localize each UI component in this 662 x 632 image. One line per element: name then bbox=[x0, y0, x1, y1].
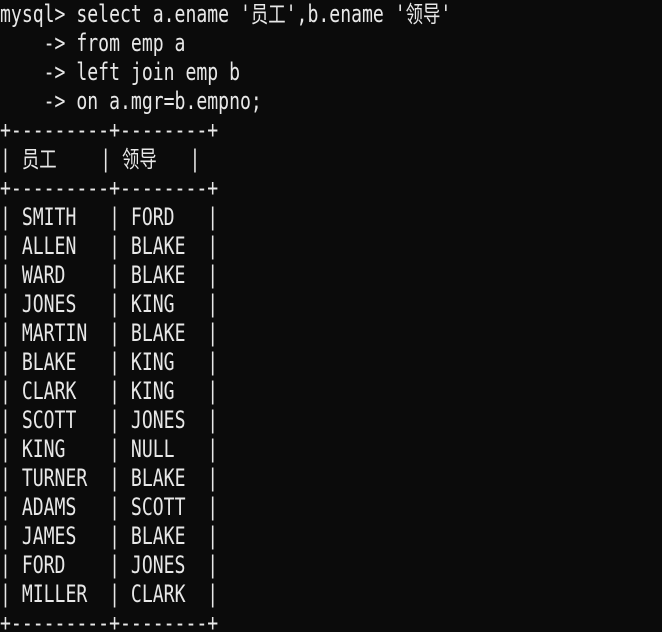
query-echo-block: mysql> select a.ename '员工',b.ename '领导' … bbox=[0, 0, 662, 116]
table-row: | KING | NULL | bbox=[0, 435, 219, 463]
employee-name: ALLEN bbox=[21, 232, 77, 260]
manager-name: BLAKE bbox=[130, 232, 186, 260]
query-line: -> from emp a bbox=[0, 29, 186, 57]
query-line: -> left join emp b bbox=[0, 58, 241, 86]
terminal-screen: mysql> select a.ename '员工',b.ename '领导' … bbox=[0, 0, 662, 632]
employee-name: TURNER bbox=[21, 464, 88, 492]
table-bottom-rule: +---------+--------+ bbox=[0, 609, 219, 632]
employee-name: KING bbox=[21, 435, 66, 463]
employee-name: ADAMS bbox=[21, 493, 77, 521]
manager-name: JONES bbox=[130, 406, 186, 434]
result-table: +---------+--------+ | 员工 | 领导 | +--------… bbox=[0, 116, 662, 632]
table-row: | WARD | BLAKE | bbox=[0, 261, 219, 289]
employee-name: WARD bbox=[21, 261, 66, 289]
table-row: | MARTIN | BLAKE | bbox=[0, 319, 219, 347]
manager-name: BLAKE bbox=[130, 319, 186, 347]
employee-name: SCOTT bbox=[21, 406, 77, 434]
manager-name: CLARK bbox=[130, 580, 186, 608]
manager-name: BLAKE bbox=[130, 261, 186, 289]
table-row: | ALLEN | BLAKE | bbox=[0, 232, 219, 260]
employee-name: MARTIN bbox=[21, 319, 88, 347]
manager-name: FORD bbox=[130, 203, 175, 231]
manager-name: KING bbox=[130, 290, 175, 318]
table-row: | ADAMS | SCOTT | bbox=[0, 493, 219, 521]
column-header: 员工 bbox=[21, 147, 57, 173]
table-row: | MILLER | CLARK | bbox=[0, 580, 219, 608]
table-row: | BLAKE | KING | bbox=[0, 348, 219, 376]
employee-name: JAMES bbox=[21, 522, 77, 550]
manager-name: KING bbox=[130, 348, 175, 376]
table-top-rule: +---------+--------+ bbox=[0, 116, 219, 144]
employee-name: SMITH bbox=[21, 203, 77, 231]
query-line: -> on a.mgr=b.empno; bbox=[0, 87, 262, 115]
table-header-rule: +---------+--------+ bbox=[0, 174, 219, 202]
employee-name: CLARK bbox=[21, 377, 77, 405]
cjk-text: 员工 bbox=[250, 2, 286, 28]
table-row: | FORD | JONES | bbox=[0, 551, 219, 579]
manager-name: NULL bbox=[130, 435, 175, 463]
manager-name: SCOTT bbox=[130, 493, 186, 521]
table-row: | JAMES | BLAKE | bbox=[0, 522, 219, 550]
employee-name: FORD bbox=[21, 551, 66, 579]
query-line: mysql> select a.ename '员工',b.ename '领导' bbox=[0, 0, 452, 28]
table-row: | TURNER | BLAKE | bbox=[0, 464, 219, 492]
table-row: | CLARK | KING | bbox=[0, 377, 219, 405]
table-row: | JONES | KING | bbox=[0, 290, 219, 318]
cjk-text: 领导 bbox=[405, 2, 441, 28]
table-header-row: | 员工 | 领导 | bbox=[0, 145, 201, 173]
manager-name: JONES bbox=[130, 551, 186, 579]
employee-name: MILLER bbox=[21, 580, 88, 608]
manager-name: BLAKE bbox=[130, 464, 186, 492]
table-row: | SCOTT | JONES | bbox=[0, 406, 219, 434]
employee-name: BLAKE bbox=[21, 348, 77, 376]
table-row: | SMITH | FORD | bbox=[0, 203, 219, 231]
manager-name: BLAKE bbox=[130, 522, 186, 550]
manager-name: KING bbox=[130, 377, 175, 405]
employee-name: JONES bbox=[21, 290, 77, 318]
terminal-window[interactable]: mysql> select a.ename '员工',b.ename '领导' … bbox=[0, 0, 662, 632]
column-header: 领导 bbox=[122, 147, 157, 173]
